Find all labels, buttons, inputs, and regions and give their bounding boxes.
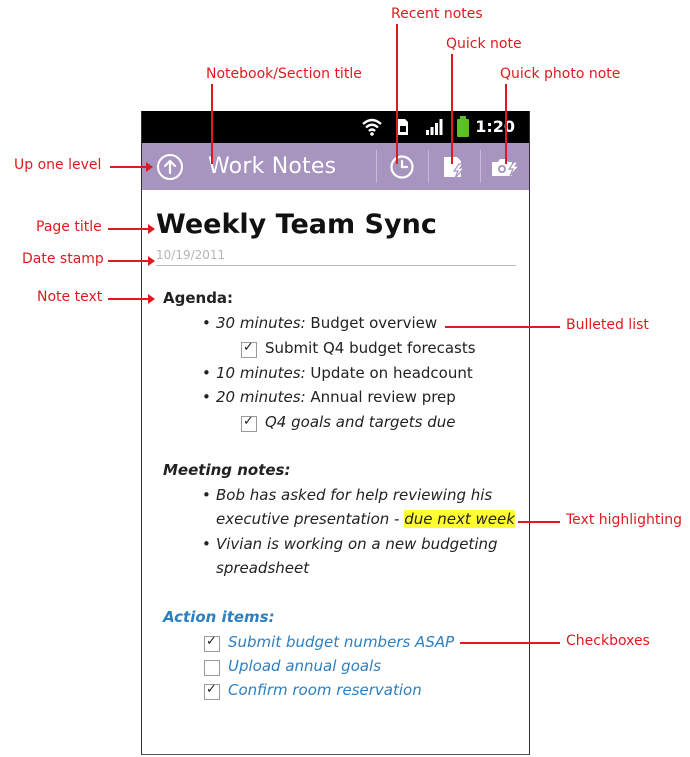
date-stamp: 10/19/2011 [156, 248, 226, 262]
action-item-text[interactable]: Submit budget numbers ASAP [228, 633, 454, 651]
note-lightning-icon [444, 156, 466, 178]
callout-line [108, 298, 148, 300]
checkbox[interactable]: ✓ [204, 634, 220, 652]
list-item-continuation[interactable]: executive presentation - due next week [216, 510, 515, 528]
title-divider [156, 265, 516, 266]
callout-line [110, 166, 146, 168]
callout-note-text: Note text [37, 289, 103, 305]
callout-line [211, 84, 213, 164]
agenda-heading[interactable]: Agenda: [163, 289, 233, 307]
status-clock: 1:20 [475, 117, 515, 136]
bullet-marker: • [202, 314, 211, 332]
agenda-time: 30 minutes: [216, 314, 306, 332]
callout-notebook-title: Notebook/Section title [206, 66, 362, 82]
bullet-marker: • [202, 535, 211, 553]
list-item[interactable]: Vivian is working on a new budgeting [216, 535, 498, 553]
checkbox[interactable]: ✓ [241, 414, 257, 432]
action-item-text[interactable]: Confirm room reservation [228, 681, 422, 699]
callout-line [518, 521, 560, 523]
callout-line [505, 84, 507, 164]
agenda-time: 20 minutes: [216, 388, 306, 406]
signal-icon [426, 119, 443, 135]
callout-line [445, 326, 560, 328]
checkmark-icon: ✓ [243, 340, 254, 355]
agenda-text: Update on headcount [305, 364, 473, 382]
callout-bulleted-list: Bulleted list [566, 317, 649, 333]
callout-quick-note: Quick note [446, 36, 522, 52]
agenda-text: Annual review prep [305, 388, 456, 406]
list-item[interactable]: 30 minutes: Budget overview [216, 314, 437, 332]
highlighted-text: due next week [404, 510, 515, 528]
recent-notes-button[interactable] [377, 143, 427, 190]
action-bar: Work Notes [142, 143, 529, 190]
callout-quick-photo-note: Quick photo note [500, 66, 621, 82]
sim-icon [398, 119, 408, 135]
list-item[interactable]: Bob has asked for help reviewing his [216, 486, 492, 504]
list-item[interactable]: 20 minutes: Annual review prep [216, 388, 456, 406]
callout-checkboxes: Checkboxes [566, 633, 650, 649]
agenda-text: Budget overview [305, 314, 438, 332]
callout-date-stamp: Date stamp [22, 251, 104, 267]
checklist-item-text[interactable]: Submit Q4 budget forecasts [265, 339, 476, 357]
bullet-marker: • [202, 364, 211, 382]
checkmark-icon: ✓ [206, 634, 217, 649]
checkbox[interactable]: ✓ [241, 340, 257, 358]
callout-recent-notes: Recent notes [391, 6, 483, 22]
callout-text-highlighting: Text highlighting [566, 512, 682, 528]
callout-line [396, 24, 398, 164]
callout-up-one-level: Up one level [14, 157, 102, 173]
page-title[interactable]: Weekly Team Sync [156, 209, 437, 240]
clock-icon [390, 154, 414, 179]
bullet-marker: • [202, 486, 211, 504]
callout-line [460, 642, 560, 644]
list-item-text: executive presentation - [216, 510, 405, 528]
action-items-heading[interactable]: Action items: [163, 608, 275, 626]
list-item-continuation[interactable]: spreadsheet [216, 559, 309, 577]
action-item-text[interactable]: Upload annual goals [228, 657, 381, 675]
callout-arrowhead [148, 224, 155, 234]
notebook-section-title[interactable]: Work Notes [208, 154, 336, 179]
meeting-notes-heading[interactable]: Meeting notes: [163, 461, 290, 479]
checkbox[interactable]: ✓ [204, 682, 220, 700]
checkbox[interactable] [204, 660, 220, 676]
up-circle-arrow-icon [157, 153, 183, 180]
callout-arrowhead [148, 256, 155, 266]
wifi-icon [362, 118, 382, 136]
agenda-time: 10 minutes: [216, 364, 306, 382]
status-bar: 1:20 [142, 111, 529, 143]
callout-line [108, 260, 148, 262]
callout-line [108, 228, 148, 230]
quick-note-button[interactable] [429, 143, 479, 190]
checklist-item-text[interactable]: Q4 goals and targets due [265, 413, 455, 431]
phone-screen: 1:20 Work Notes Weekly Team Sync 10/19/2… [141, 111, 530, 755]
list-item[interactable]: 10 minutes: Update on headcount [216, 364, 473, 382]
checkmark-icon: ✓ [243, 414, 254, 429]
callout-page-title: Page title [36, 219, 102, 235]
bullet-marker: • [202, 388, 211, 406]
checkmark-icon: ✓ [206, 682, 217, 697]
battery-icon [457, 116, 469, 137]
callout-arrowhead [146, 162, 153, 172]
up-button[interactable] [152, 143, 188, 190]
callout-line [451, 54, 453, 164]
callout-arrowhead [148, 294, 155, 304]
